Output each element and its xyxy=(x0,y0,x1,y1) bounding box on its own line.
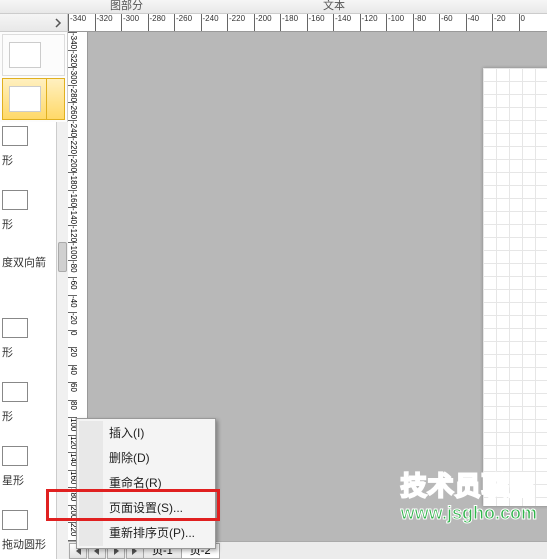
shape-item[interactable]: 形 xyxy=(0,314,56,378)
shapes-panel: 形 形 度双向箭 形 形 星形 拖动圆形 形 框 xyxy=(0,14,68,559)
ribbon-tab-groups[interactable]: 图部分 xyxy=(80,0,173,13)
chevron-right-icon[interactable] xyxy=(53,18,63,28)
page-grid[interactable] xyxy=(483,68,547,506)
shape-item[interactable]: 度双向箭 xyxy=(0,250,56,314)
shape-scrollbar[interactable] xyxy=(56,122,68,559)
shape-swatch xyxy=(9,42,41,68)
shapes-toolbar xyxy=(0,14,67,32)
menu-delete[interactable]: 删除(D) xyxy=(79,446,213,471)
shape-list: 形 形 度双向箭 形 形 星形 拖动圆形 形 框 xyxy=(0,122,56,559)
menu-reorder[interactable]: 重新排序页(P)... xyxy=(79,521,213,546)
shape-category-row-active[interactable] xyxy=(2,78,65,120)
shape-item[interactable]: 拖动圆形 xyxy=(0,506,56,559)
shape-swatch xyxy=(9,86,41,112)
menu-insert[interactable]: 插入(I) xyxy=(79,421,213,446)
menu-rename[interactable]: 重命名(R) xyxy=(79,471,213,496)
shape-item[interactable]: 形 xyxy=(0,186,56,250)
menu-page-setup[interactable]: 页面设置(S)... xyxy=(79,496,213,521)
ruler-horizontal: -340-320-300-280-260-240-220-200-180-160… xyxy=(68,14,547,32)
shape-item[interactable]: 形 xyxy=(0,378,56,442)
scrollbar-thumb[interactable] xyxy=(58,242,67,272)
shape-item[interactable]: 星形 xyxy=(0,442,56,506)
shape-item[interactable]: 形 xyxy=(0,122,56,186)
context-menu: 插入(I) 删除(D) 重命名(R) 页面设置(S)... 重新排序页(P)..… xyxy=(76,418,216,549)
shape-category-row[interactable] xyxy=(2,34,65,76)
ribbon-tab-text[interactable]: 文本 xyxy=(293,0,375,13)
